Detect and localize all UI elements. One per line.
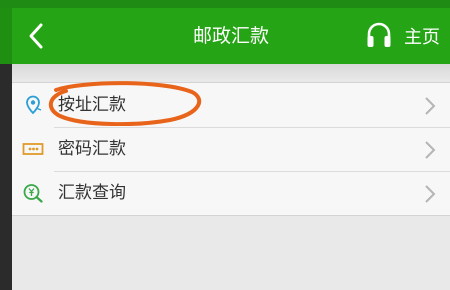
keypad-icon [22, 143, 44, 155]
left-edge [0, 8, 12, 290]
list-item-password-remit[interactable]: 密码汇款 [12, 127, 450, 171]
header-shadow [12, 64, 450, 82]
location-pin-icon [26, 95, 42, 115]
status-bar [0, 0, 450, 8]
chevron-left-icon [29, 23, 43, 49]
chevron-right-icon [425, 97, 436, 115]
chevron-right-icon [425, 141, 436, 159]
list-item-label: 按址汇款 [58, 95, 126, 115]
app-screen: 邮政汇款 主页 按址汇款 密码汇款 汇款查询 [12, 8, 450, 290]
home-label: 主页 [404, 27, 440, 48]
header-bar: 邮政汇款 主页 [12, 8, 450, 64]
list-item-label: 汇款查询 [58, 183, 126, 203]
list-item-label: 密码汇款 [58, 139, 126, 159]
list-item-address-remit[interactable]: 按址汇款 [12, 83, 450, 127]
headset-icon [367, 22, 391, 47]
back-button[interactable] [24, 21, 50, 51]
home-button[interactable]: 主页 [366, 18, 440, 54]
chevron-right-icon [425, 185, 436, 203]
yuan-search-icon [23, 184, 43, 203]
list-item-remit-query[interactable]: 汇款查询 [12, 171, 450, 215]
menu-list: 按址汇款 密码汇款 汇款查询 [12, 82, 450, 216]
